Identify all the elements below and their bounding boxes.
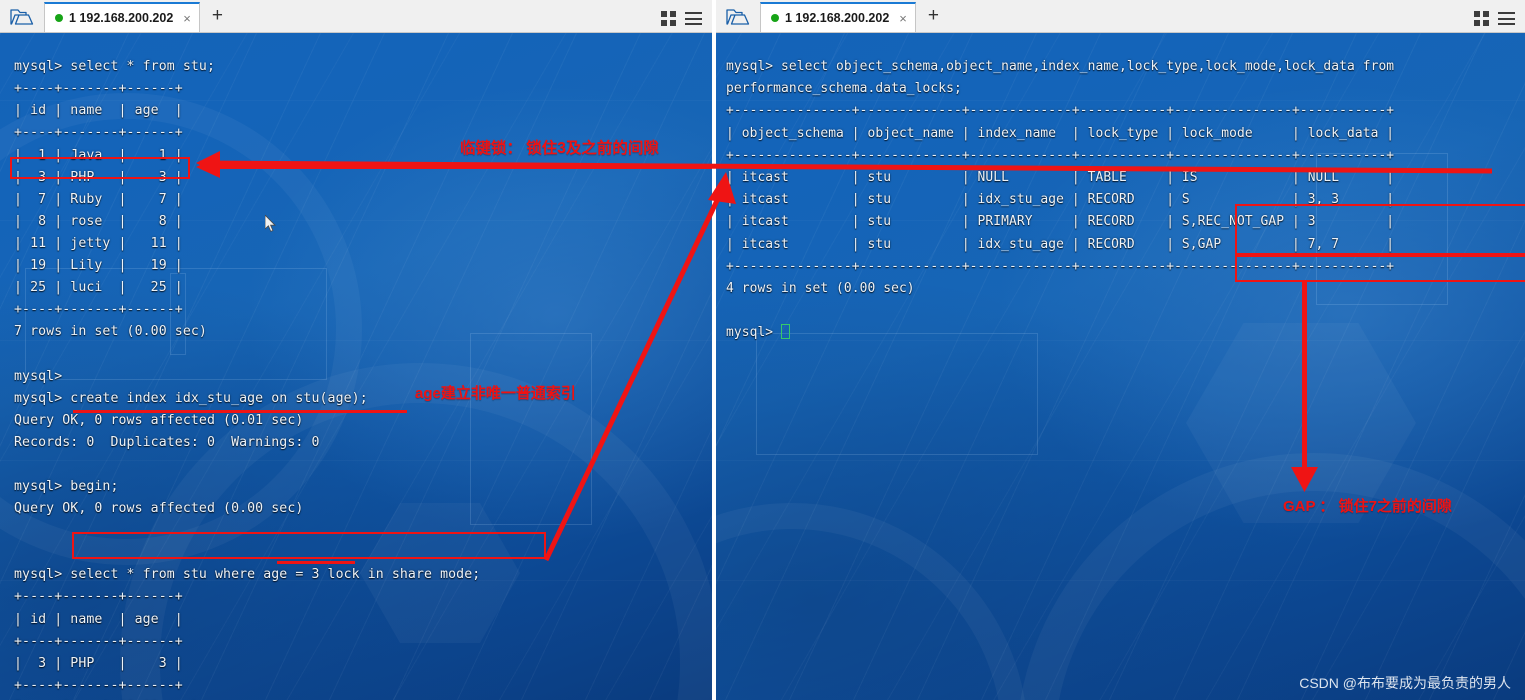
grid-layout-icon[interactable] — [1474, 11, 1489, 26]
annotation-gap-note: GAP ： 锁住7之前的间隙 — [1283, 498, 1452, 515]
window-divider — [712, 0, 716, 700]
open-folder-icon-right[interactable] — [716, 1, 760, 32]
right-terminal-lines: mysql> select object_schema,object_name,… — [726, 58, 1395, 341]
new-tab-button[interactable]: + — [200, 6, 233, 27]
screenshot-root: 1 192.168.200.202 × + mysql> select * fr… — [0, 0, 1525, 700]
bg-ring-decoration-2 — [716, 503, 1028, 700]
menu-hamburger-icon[interactable] — [685, 12, 702, 25]
tab-192-168-200-202[interactable]: 1 192.168.200.202 × — [44, 2, 200, 32]
folder-icon — [726, 8, 750, 25]
arrow-head-gap — [1291, 467, 1318, 492]
close-icon[interactable]: × — [899, 12, 907, 25]
left-terminal-body[interactable]: mysql> select * from stu; +----+-------+… — [0, 33, 712, 700]
connection-status-dot — [771, 14, 779, 22]
mouse-pointer-icon — [265, 215, 276, 232]
left-terminal-window: 1 192.168.200.202 × + mysql> select * fr… — [0, 0, 712, 700]
tab-192-168-200-202-right[interactable]: 1 192.168.200.202 × — [760, 2, 916, 32]
tab-label: 1 192.168.200.202 — [69, 11, 174, 25]
menu-hamburger-icon[interactable] — [1498, 12, 1515, 25]
right-terminal-body[interactable]: mysql> select object_schema,object_name,… — [716, 33, 1525, 700]
bg-hex-decoration — [1186, 323, 1416, 523]
csdn-watermark: CSDN @布布要成为最负责的男人 — [1299, 675, 1511, 691]
bg-ring-decoration — [1016, 453, 1525, 700]
right-toolbar-right — [1474, 11, 1525, 32]
left-terminal-output: mysql> select * from stu; +----+-------+… — [14, 59, 481, 700]
left-toolbar-right — [661, 11, 712, 32]
left-tab-bar: 1 192.168.200.202 × + — [0, 0, 712, 33]
right-terminal-window: 1 192.168.200.202 × + mysql> select obje… — [716, 0, 1525, 700]
folder-icon — [10, 8, 34, 25]
close-icon[interactable]: × — [183, 12, 191, 25]
tab-label: 1 192.168.200.202 — [785, 11, 890, 25]
right-terminal-output: mysql> select object_schema,object_name,… — [716, 46, 1525, 345]
bg-rect-decoration — [756, 333, 1038, 455]
open-folder-icon[interactable] — [0, 1, 44, 32]
right-tab-bar: 1 192.168.200.202 × + — [716, 0, 1525, 33]
connection-status-dot — [55, 14, 63, 22]
new-tab-button[interactable]: + — [916, 6, 949, 27]
grid-layout-icon[interactable] — [661, 11, 676, 26]
terminal-cursor — [781, 324, 791, 340]
